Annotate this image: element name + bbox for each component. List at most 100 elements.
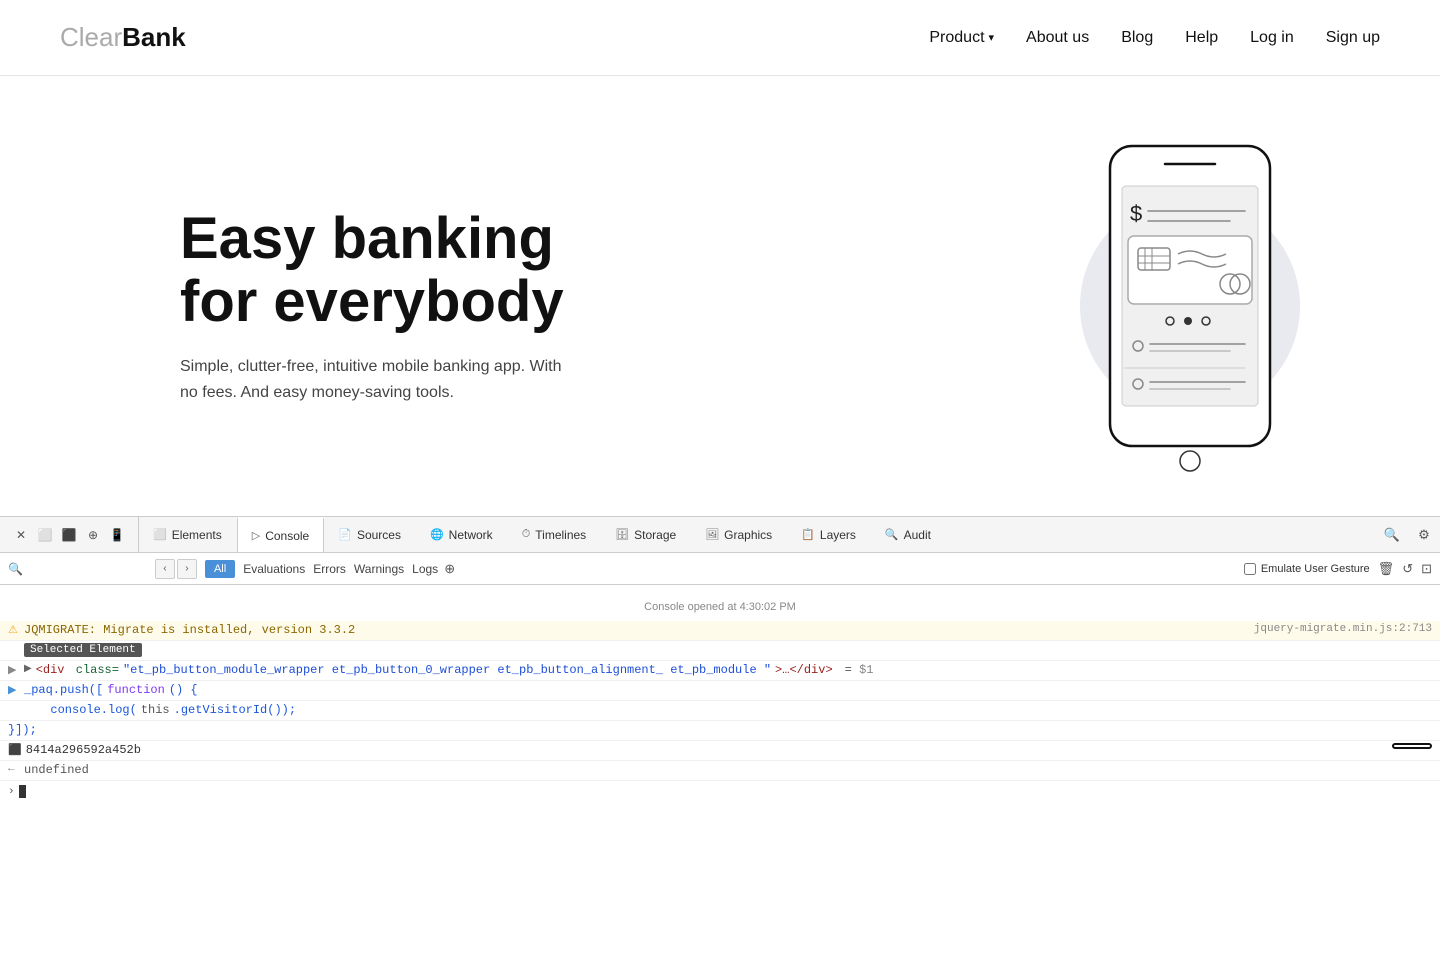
- console-clear-icon[interactable]: 🗑: [1378, 561, 1395, 577]
- console-line-selected-element: Selected Element: [0, 641, 1440, 661]
- tab-layers[interactable]: 📋 Layers: [787, 517, 871, 552]
- dock-side-icon[interactable]: ⬜: [36, 526, 54, 544]
- console-line-undefined: ← undefined: [0, 761, 1440, 781]
- tab-console[interactable]: ▷ Console: [237, 517, 325, 552]
- tab-audit-label: Audit: [904, 528, 931, 542]
- console-line-paq2: console.log( this .getVisitorId());: [0, 701, 1440, 721]
- close-icon[interactable]: ✕: [12, 526, 30, 544]
- devtools-settings-button[interactable]: ⚙: [1408, 517, 1440, 552]
- inspect-icon[interactable]: ⊕: [84, 526, 102, 544]
- filter-all-button[interactable]: All: [205, 560, 235, 578]
- tab-network[interactable]: 🌐 Network: [416, 517, 508, 552]
- undefined-arrow: ←: [8, 763, 20, 775]
- selected-element-tag: Selected Element: [24, 643, 142, 657]
- nav-login[interactable]: Log in: [1250, 29, 1294, 47]
- nav-product[interactable]: Product ▾: [929, 29, 994, 47]
- console-content: Console opened at 4:30:02 PM ⚠ JQMIGRATE…: [0, 585, 1440, 965]
- element-class-attr: class=: [69, 663, 119, 677]
- phone-svg: $: [1090, 136, 1290, 476]
- tab-elements[interactable]: ⬜ Elements: [139, 517, 237, 552]
- dock-bottom-icon[interactable]: ⬛: [60, 526, 78, 544]
- network-tab-icon: 🌐: [430, 528, 444, 541]
- prompt-cursor: [19, 785, 26, 798]
- jqmigrate-source[interactable]: jquery-migrate.min.js:2:713: [1254, 623, 1432, 635]
- devtools-body: Console opened at 4:30:02 PM ⚠ JQMIGRATE…: [0, 585, 1440, 965]
- emulate-user-gesture-checkbox[interactable]: [1244, 563, 1256, 575]
- tab-sources[interactable]: 📄 Sources: [324, 517, 416, 552]
- paq-close: }]);: [8, 723, 37, 737]
- paq-console-log: console.log(: [36, 703, 137, 717]
- filter-warnings[interactable]: Warnings: [354, 562, 404, 576]
- tab-graphics-label: Graphics: [724, 528, 772, 542]
- hero-heading: Easy banking for everybody: [180, 207, 580, 335]
- tab-audit[interactable]: 🔍 Audit: [871, 517, 946, 552]
- tab-timelines[interactable]: ⏱ Timelines: [508, 517, 602, 552]
- timelines-tab-icon: ⏱: [522, 528, 531, 541]
- hero-subtitle: Simple, clutter-free, intuitive mobile b…: [180, 354, 580, 405]
- nav-about[interactable]: About us: [1026, 29, 1089, 47]
- console-bar-right: Emulate User Gesture 🗑 ↺ ⊡: [1244, 561, 1432, 577]
- logo[interactable]: Clear Bank: [60, 22, 186, 53]
- svg-text:$: $: [1130, 201, 1142, 226]
- layers-tab-icon: 📋: [801, 528, 815, 541]
- paq-func: function: [107, 683, 165, 697]
- emulate-user-gesture-label[interactable]: Emulate User Gesture: [1244, 563, 1370, 575]
- devtools-tabs: ✕ ⬜ ⬛ ⊕ 📱 ⬜ Elements ▷ Console 📄 Sources…: [0, 517, 1440, 553]
- console-line-jqmigrate: ⚠ JQMIGRATE: Migrate is installed, versi…: [0, 621, 1440, 641]
- emulate-user-gesture-text: Emulate User Gesture: [1261, 563, 1370, 575]
- filter-evaluations[interactable]: Evaluations: [243, 562, 305, 576]
- nav-signup[interactable]: Sign up: [1326, 29, 1380, 47]
- tab-sources-label: Sources: [357, 528, 401, 542]
- console-search-input[interactable]: [27, 562, 147, 576]
- paq-arrow[interactable]: ▶: [8, 683, 20, 697]
- console-line-element[interactable]: ▶ ▶ <div class= "et_pb_button_module_wra…: [0, 661, 1440, 681]
- element-close: >…</div>: [775, 663, 833, 677]
- elements-tab-icon: ⬜: [153, 528, 167, 541]
- hero-text: Easy banking for everybody Simple, clutt…: [180, 207, 580, 406]
- logo-clear: Clear: [60, 22, 122, 53]
- device-icon[interactable]: 📱: [108, 526, 126, 544]
- jqmigrate-text: JQMIGRATE: Migrate is installed, version…: [24, 623, 1250, 637]
- storage-tab-icon: 🗄: [615, 528, 629, 541]
- paq-getvisitor: .getVisitorId());: [174, 703, 296, 717]
- element-arrow[interactable]: ▶: [24, 663, 32, 675]
- filter-logs[interactable]: Logs: [412, 562, 438, 576]
- element-tag: <div: [36, 663, 65, 677]
- tab-storage[interactable]: 🗄 Storage: [601, 517, 691, 552]
- nav-help[interactable]: Help: [1185, 29, 1218, 47]
- warn-icon: ⚠: [8, 623, 20, 637]
- product-label: Product: [929, 29, 984, 47]
- console-search-icon: 🔍: [8, 562, 23, 576]
- console-filter-extra-icon[interactable]: ⊕: [444, 561, 455, 577]
- navbar: Clear Bank Product ▾ About us Blog Help …: [0, 0, 1440, 76]
- console-prev-button[interactable]: ‹: [155, 559, 175, 579]
- console-more-icon[interactable]: ⊡: [1421, 561, 1432, 577]
- hero-h1-line2: for everybody: [180, 269, 564, 334]
- element-class-val: "et_pb_button_module_wrapper et_pb_butto…: [123, 663, 771, 677]
- tab-graphics[interactable]: 🖼 Graphics: [691, 517, 787, 552]
- sources-tab-icon: 📄: [338, 528, 352, 541]
- tab-storage-label: Storage: [634, 528, 676, 542]
- graphics-tab-icon: 🖼: [705, 528, 719, 541]
- audit-tab-icon: 🔍: [885, 528, 899, 541]
- console-nav-controls: ‹ ›: [155, 559, 197, 579]
- devtools-search-button[interactable]: 🔍: [1376, 517, 1408, 552]
- tab-console-label: Console: [265, 529, 309, 543]
- undefined-text: undefined: [24, 763, 89, 777]
- paq-text: _paq.push([: [24, 683, 103, 697]
- filter-errors[interactable]: Errors: [313, 562, 346, 576]
- paq-this: this: [141, 703, 170, 717]
- paq-paren: () {: [169, 683, 198, 697]
- nav-blog[interactable]: Blog: [1121, 29, 1153, 47]
- logo-bank: Bank: [122, 22, 186, 53]
- console-line-paq3: }]);: [0, 721, 1440, 741]
- prompt-chevron: ›: [8, 786, 15, 798]
- console-prompt[interactable]: ›: [0, 781, 1440, 802]
- hero-section: Easy banking for everybody Simple, clutt…: [0, 76, 1440, 516]
- console-next-button[interactable]: ›: [177, 559, 197, 579]
- console-line-paq1: ▶ _paq.push([ function () {: [0, 681, 1440, 701]
- expand-icon[interactable]: ▶: [8, 663, 20, 677]
- console-reload-icon[interactable]: ↺: [1402, 561, 1413, 577]
- tab-layers-label: Layers: [820, 528, 856, 542]
- hash-value: 8414a296592a452b: [26, 743, 1380, 757]
